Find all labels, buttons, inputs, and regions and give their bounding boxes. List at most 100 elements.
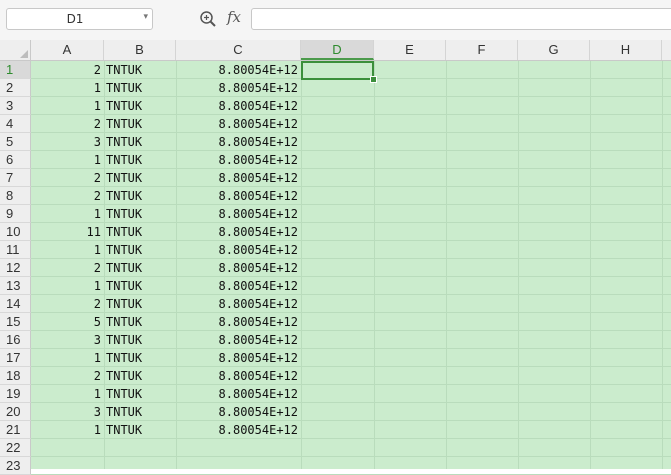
column-header-c[interactable]: C bbox=[176, 40, 301, 60]
cell-b[interactable]: TNTUK bbox=[104, 241, 176, 259]
cell-a[interactable]: 2 bbox=[31, 187, 104, 205]
row-header[interactable]: 23 bbox=[0, 457, 31, 475]
cell-a[interactable] bbox=[31, 457, 104, 475]
cell-b[interactable]: TNTUK bbox=[104, 61, 176, 79]
cell-a[interactable]: 1 bbox=[31, 205, 104, 223]
chevron-down-icon[interactable]: ▾ bbox=[143, 12, 148, 22]
cell-a[interactable]: 1 bbox=[31, 385, 104, 403]
cell-c[interactable]: 8.80054E+12 bbox=[176, 367, 301, 385]
column-header-b[interactable]: B bbox=[104, 40, 176, 60]
cell-c[interactable]: 8.80054E+12 bbox=[176, 259, 301, 277]
cell-c[interactable]: 8.80054E+12 bbox=[176, 79, 301, 97]
cell-b[interactable]: TNTUK bbox=[104, 295, 176, 313]
row-header[interactable]: 18 bbox=[0, 367, 31, 385]
cell-a[interactable]: 1 bbox=[31, 349, 104, 367]
cell-c[interactable]: 8.80054E+12 bbox=[176, 385, 301, 403]
row-header[interactable]: 2 bbox=[0, 79, 31, 97]
row-header[interactable]: 8 bbox=[0, 187, 31, 205]
row-header[interactable]: 14 bbox=[0, 295, 31, 313]
cell-c[interactable]: 8.80054E+12 bbox=[176, 61, 301, 79]
row-header[interactable]: 10 bbox=[0, 223, 31, 241]
cell-c[interactable]: 8.80054E+12 bbox=[176, 169, 301, 187]
row-header[interactable]: 9 bbox=[0, 205, 31, 223]
cell-b[interactable]: TNTUK bbox=[104, 115, 176, 133]
cell-c[interactable]: 8.80054E+12 bbox=[176, 97, 301, 115]
cell-a[interactable]: 3 bbox=[31, 133, 104, 151]
cell-c[interactable]: 8.80054E+12 bbox=[176, 277, 301, 295]
cell-c[interactable]: 8.80054E+12 bbox=[176, 349, 301, 367]
cell-grid[interactable]: 2 TNTUK 8.80054E+12 1 TNTUK 8.80054E+12 1 TNTUK… bbox=[31, 61, 671, 475]
cell-b[interactable]: TNTUK bbox=[104, 313, 176, 331]
cell-a[interactable]: 1 bbox=[31, 79, 104, 97]
row-header[interactable]: 7 bbox=[0, 169, 31, 187]
cell-b[interactable]: TNTUK bbox=[104, 367, 176, 385]
cell-a[interactable]: 11 bbox=[31, 223, 104, 241]
column-header-g[interactable]: G bbox=[518, 40, 590, 60]
cell-b[interactable]: TNTUK bbox=[104, 331, 176, 349]
cell-a[interactable] bbox=[31, 439, 104, 457]
cell-c[interactable]: 8.80054E+12 bbox=[176, 223, 301, 241]
cell-c[interactable]: 8.80054E+12 bbox=[176, 313, 301, 331]
cell-c[interactable]: 8.80054E+12 bbox=[176, 421, 301, 439]
cell-a[interactable]: 5 bbox=[31, 313, 104, 331]
cell-b[interactable]: TNTUK bbox=[104, 421, 176, 439]
fill-handle[interactable] bbox=[370, 76, 377, 83]
cell-b[interactable]: TNTUK bbox=[104, 259, 176, 277]
cell-a[interactable]: 2 bbox=[31, 61, 104, 79]
row-header[interactable]: 22 bbox=[0, 439, 31, 457]
formula-input[interactable] bbox=[251, 8, 671, 30]
column-header-h[interactable]: H bbox=[590, 40, 662, 60]
column-header-a[interactable]: A bbox=[31, 40, 104, 60]
row-header[interactable]: 12 bbox=[0, 259, 31, 277]
cell-b[interactable]: TNTUK bbox=[104, 169, 176, 187]
row-header[interactable]: 13 bbox=[0, 277, 31, 295]
cell-a[interactable]: 2 bbox=[31, 115, 104, 133]
cell-b[interactable]: TNTUK bbox=[104, 349, 176, 367]
cell-b[interactable]: TNTUK bbox=[104, 97, 176, 115]
cell-c[interactable] bbox=[176, 457, 301, 475]
cell-b[interactable]: TNTUK bbox=[104, 385, 176, 403]
row-header[interactable]: 15 bbox=[0, 313, 31, 331]
row-header[interactable]: 17 bbox=[0, 349, 31, 367]
cell-c[interactable]: 8.80054E+12 bbox=[176, 187, 301, 205]
row-header[interactable]: 16 bbox=[0, 331, 31, 349]
cell-c[interactable] bbox=[176, 439, 301, 457]
cell-c[interactable]: 8.80054E+12 bbox=[176, 403, 301, 421]
cell-a[interactable]: 2 bbox=[31, 367, 104, 385]
cell-c[interactable]: 8.80054E+12 bbox=[176, 295, 301, 313]
cell-b[interactable] bbox=[104, 439, 176, 457]
row-header[interactable]: 5 bbox=[0, 133, 31, 151]
column-header-f[interactable]: F bbox=[446, 40, 518, 60]
cell-c[interactable]: 8.80054E+12 bbox=[176, 241, 301, 259]
cell-b[interactable]: TNTUK bbox=[104, 403, 176, 421]
cell-a[interactable]: 1 bbox=[31, 277, 104, 295]
row-header[interactable]: 20 bbox=[0, 403, 31, 421]
cell-a[interactable]: 1 bbox=[31, 421, 104, 439]
cell-b[interactable]: TNTUK bbox=[104, 223, 176, 241]
row-header[interactable]: 19 bbox=[0, 385, 31, 403]
cell-a[interactable]: 3 bbox=[31, 331, 104, 349]
cell-b[interactable]: TNTUK bbox=[104, 151, 176, 169]
cell-a[interactable]: 2 bbox=[31, 295, 104, 313]
cell-a[interactable]: 1 bbox=[31, 151, 104, 169]
cell-c[interactable]: 8.80054E+12 bbox=[176, 133, 301, 151]
cell-a[interactable]: 2 bbox=[31, 169, 104, 187]
cell-c[interactable]: 8.80054E+12 bbox=[176, 151, 301, 169]
name-box[interactable]: D1 ▾ bbox=[6, 8, 153, 30]
row-header[interactable]: 4 bbox=[0, 115, 31, 133]
select-all-corner[interactable] bbox=[0, 40, 31, 60]
column-header-e[interactable]: E bbox=[374, 40, 446, 60]
row-header[interactable]: 11 bbox=[0, 241, 31, 259]
cell-c[interactable]: 8.80054E+12 bbox=[176, 115, 301, 133]
cell-c[interactable]: 8.80054E+12 bbox=[176, 331, 301, 349]
row-header[interactable]: 3 bbox=[0, 97, 31, 115]
row-header[interactable]: 21 bbox=[0, 421, 31, 439]
cell-b[interactable]: TNTUK bbox=[104, 133, 176, 151]
fx-icon[interactable]: fx bbox=[227, 8, 241, 26]
cell-b[interactable]: TNTUK bbox=[104, 277, 176, 295]
row-header[interactable]: 1 bbox=[0, 61, 31, 79]
cell-a[interactable]: 3 bbox=[31, 403, 104, 421]
cell-b[interactable] bbox=[104, 457, 176, 475]
magnifier-zoom-icon[interactable] bbox=[199, 10, 217, 28]
cell-a[interactable]: 1 bbox=[31, 241, 104, 259]
